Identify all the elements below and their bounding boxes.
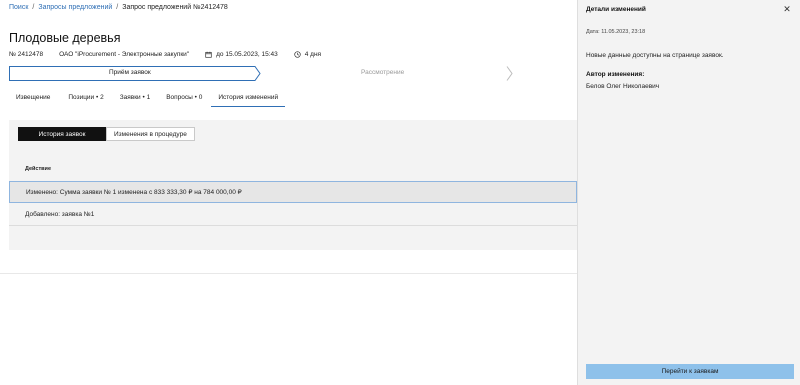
page-title: Плодовые деревья: [9, 31, 121, 45]
divider: [0, 273, 577, 274]
tab-bids[interactable]: Заявки • 1: [113, 89, 158, 107]
deadline: до 15.05.2023, 15:43: [205, 51, 278, 58]
history-toggle: История заявок Изменения в процедуре: [18, 127, 195, 141]
tab-positions[interactable]: Позиции • 2: [61, 89, 110, 107]
close-icon[interactable]: ✕: [782, 4, 792, 14]
history-panel: История заявок Изменения в процедуре Дей…: [9, 120, 577, 250]
column-header-action: Действие: [25, 166, 51, 172]
change-details-drawer: Детали изменений ✕ Дата: 11.05.2023, 23:…: [577, 0, 800, 385]
clock-icon: [294, 51, 301, 58]
procedure-number: № 2412478: [9, 51, 43, 58]
deadline-text: до 15.05.2023, 15:43: [216, 51, 278, 58]
organization-name: ОАО "iProcurement - Электронные закупки": [59, 51, 189, 58]
breadcrumb: Поиск / Запросы предложений / Запрос предлож…: [9, 4, 228, 11]
organization-text: ОАО "iProcurement - Электронные закупки": [59, 51, 190, 58]
tab-notice[interactable]: Извещение: [9, 89, 57, 107]
toggle-procedure-changes[interactable]: Изменения в процедуре: [106, 127, 195, 141]
procedure-meta: № 2412478 ОАО "iProcurement - Электронны…: [9, 51, 337, 58]
go-to-bids-button[interactable]: Перейти к заявкам: [586, 364, 794, 379]
procedure-number-text: № 2412478: [9, 51, 44, 58]
drawer-title: Детали изменений: [586, 6, 646, 13]
author-name: Белов Олег Николаевич: [586, 83, 660, 90]
main-content: Поиск / Запросы предложений / Запрос предлож…: [0, 0, 577, 385]
toggle-bid-history[interactable]: История заявок: [18, 127, 106, 141]
stage-current[interactable]: Приём заявок: [109, 69, 151, 76]
stages-outline: [9, 66, 513, 81]
duration-text: 4 дня: [304, 51, 322, 58]
history-row-selected[interactable]: Изменено: Сумма заявки № 1 изменена с 83…: [9, 181, 577, 203]
breadcrumb-separator: /: [116, 4, 119, 11]
change-message: Новые данные доступны на странице заявок…: [586, 52, 724, 59]
tab-change-history[interactable]: История изменений: [211, 89, 286, 107]
tab-questions[interactable]: Вопросы • 0: [159, 89, 209, 107]
breadcrumb-current: Запрос предложений №2412478: [122, 4, 228, 11]
change-date: Дата: 11.05.2023, 23:18: [586, 29, 646, 35]
breadcrumb-separator: /: [32, 4, 35, 11]
duration: 4 дня: [294, 51, 321, 58]
history-row[interactable]: Добавлено: заявка №1: [9, 204, 577, 226]
procedure-tabs: Извещение Позиции • 2 Заявки • 1 Вопросы…: [9, 89, 286, 107]
calendar-icon: [205, 51, 212, 58]
stage-upcoming[interactable]: Рассмотрение: [361, 69, 404, 76]
breadcrumb-link-requests[interactable]: Запросы предложений: [38, 4, 112, 11]
procedure-stages: Приём заявок Рассмотрение: [9, 66, 577, 81]
author-label: Автор изменения:: [586, 71, 645, 78]
breadcrumb-link-search[interactable]: Поиск: [9, 4, 28, 11]
